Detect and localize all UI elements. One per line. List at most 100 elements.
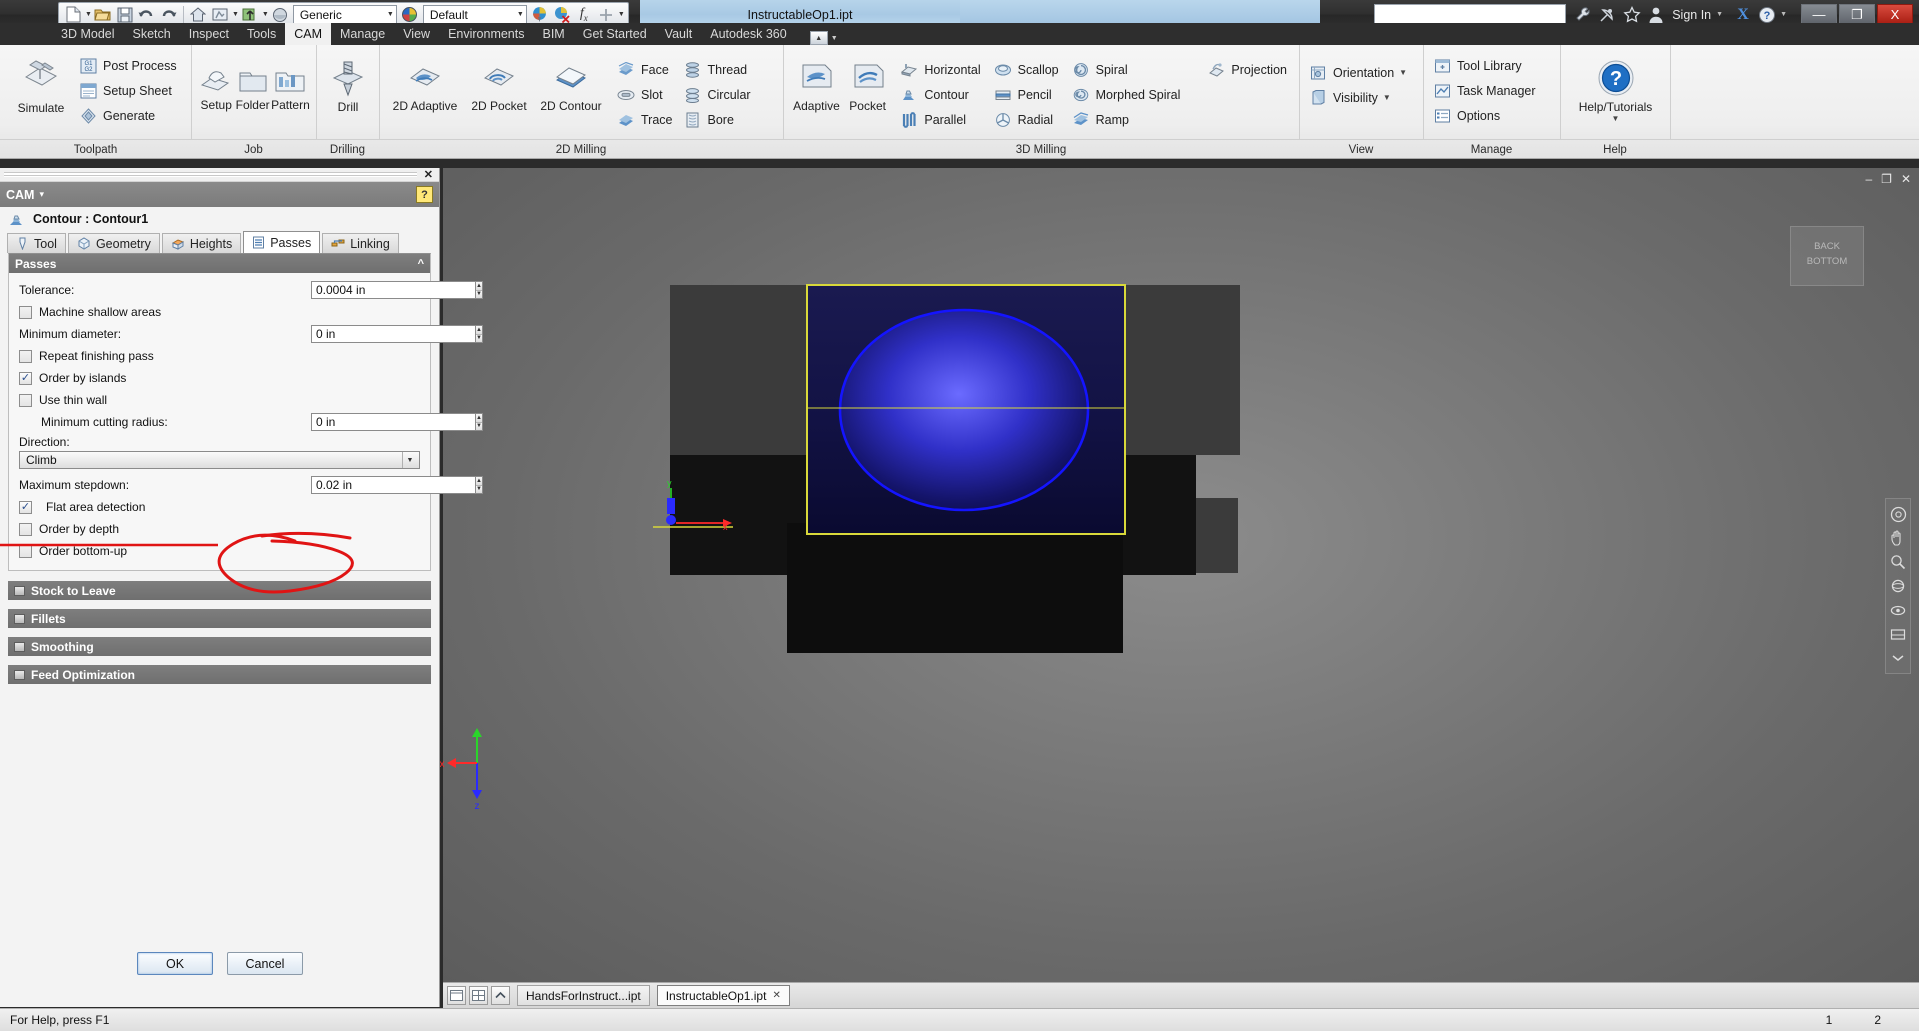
scallop-button[interactable]: Scallop bbox=[991, 57, 1065, 82]
stepper-down-icon[interactable]: ▼ bbox=[476, 290, 482, 298]
face-button[interactable]: Face bbox=[614, 57, 679, 82]
order-by-islands-checkbox[interactable]: ✓ bbox=[19, 371, 32, 385]
close-icon[interactable]: ✕ bbox=[424, 168, 433, 181]
collapse-icon[interactable] bbox=[491, 986, 510, 1005]
thread-button[interactable]: Thread bbox=[681, 57, 757, 82]
stepper-up-icon[interactable]: ▲ bbox=[476, 477, 482, 486]
tab-passes[interactable]: Passes bbox=[243, 231, 321, 253]
projection-button[interactable]: Projection bbox=[1204, 57, 1293, 82]
cancel-button[interactable]: Cancel bbox=[227, 952, 303, 975]
simulate-button[interactable]: Simulate bbox=[6, 50, 76, 115]
tab-view[interactable]: View bbox=[394, 23, 439, 45]
order-bottom-up-row[interactable]: ✓ Order bottom-up bbox=[9, 540, 430, 562]
tool-library-button[interactable]: Tool Library bbox=[1430, 53, 1542, 78]
pattern-button[interactable]: Pattern bbox=[271, 59, 310, 112]
direction-dropdown[interactable]: Climb ▼ bbox=[19, 451, 420, 469]
tab-tool[interactable]: Tool bbox=[7, 233, 66, 253]
parameters-fx-icon[interactable]: fx bbox=[573, 4, 595, 25]
post-process-button[interactable]: G1 G2 Post Process bbox=[76, 53, 183, 78]
select-icon[interactable] bbox=[239, 4, 261, 25]
parallel-button[interactable]: Parallel bbox=[897, 107, 986, 132]
minimize-button[interactable]: — bbox=[1801, 4, 1837, 25]
chevron-down-icon[interactable]: ▼ bbox=[1612, 114, 1620, 123]
material-dropdown[interactable]: Generic ▼ bbox=[292, 5, 397, 24]
slot-button[interactable]: Slot bbox=[614, 82, 679, 107]
tab-geometry[interactable]: Geometry bbox=[67, 233, 160, 253]
restore-button[interactable]: ❐ bbox=[1839, 4, 1875, 25]
stepper-arrows[interactable]: ▲ ▼ bbox=[475, 413, 483, 431]
tab-inspect[interactable]: Inspect bbox=[180, 23, 238, 45]
spiral-button[interactable]: Spiral bbox=[1069, 57, 1187, 82]
visibility-button[interactable]: Visibility ▼ bbox=[1306, 85, 1413, 110]
chevron-down-icon[interactable]: ▼ bbox=[517, 11, 524, 18]
tab-tools[interactable]: Tools bbox=[238, 23, 285, 45]
dialog-grip[interactable]: ✕ bbox=[0, 168, 439, 182]
repeat-finishing-pass-row[interactable]: ✓ Repeat finishing pass bbox=[9, 345, 430, 367]
minimum-cutting-radius-input[interactable] bbox=[311, 413, 475, 431]
plus-icon[interactable] bbox=[595, 4, 617, 25]
close-icon[interactable]: ✕ bbox=[772, 990, 780, 1001]
open-icon[interactable] bbox=[92, 4, 114, 25]
stepper-down-icon[interactable]: ▼ bbox=[476, 334, 482, 342]
order-by-depth-row[interactable]: ✓ Order by depth bbox=[9, 518, 430, 540]
save-icon[interactable] bbox=[114, 4, 136, 25]
morphed-spiral-button[interactable]: Morphed Spiral bbox=[1069, 82, 1187, 107]
3d-pocket-button[interactable]: Pocket bbox=[843, 54, 892, 113]
tab-get-started[interactable]: Get Started bbox=[574, 23, 656, 45]
stepper-down-icon[interactable]: ▼ bbox=[476, 422, 482, 430]
stepper-arrows[interactable]: ▲ ▼ bbox=[475, 281, 483, 299]
folder-button[interactable]: Folder bbox=[234, 59, 270, 112]
stepper-down-icon[interactable]: ▼ bbox=[476, 485, 482, 493]
horizontal-button[interactable]: Horizontal bbox=[897, 57, 986, 82]
chevron-down-icon[interactable]: ▼ bbox=[262, 11, 269, 18]
ribbon-collapse-icon[interactable]: ▲ bbox=[809, 31, 828, 45]
redo-icon[interactable] bbox=[158, 4, 180, 25]
tab-bim[interactable]: BIM bbox=[534, 23, 574, 45]
chevron-up-icon[interactable]: ^ bbox=[418, 258, 424, 270]
search-input[interactable] bbox=[1374, 4, 1567, 25]
orientation-button[interactable]: Orientation ▼ bbox=[1306, 60, 1413, 85]
pencil-button[interactable]: Pencil bbox=[991, 82, 1065, 107]
order-by-islands-row[interactable]: ✓ Order by islands bbox=[9, 367, 430, 389]
ramp-button[interactable]: Ramp bbox=[1069, 107, 1187, 132]
flat-area-detection-checkbox[interactable]: ✓ bbox=[19, 500, 32, 514]
tile-icon[interactable] bbox=[447, 986, 466, 1005]
stepper-up-icon[interactable]: ▲ bbox=[476, 282, 482, 291]
appearance-color-icon[interactable] bbox=[529, 4, 551, 25]
stepper-up-icon[interactable]: ▲ bbox=[476, 414, 482, 423]
tab-3d-model[interactable]: 3D Model bbox=[52, 23, 124, 45]
doc-tab-hands-for-instruct[interactable]: HandsForInstruct...ipt bbox=[517, 985, 650, 1006]
graphics-viewport[interactable]: – ❐ ✕ BACK BOTTOM y x z x bbox=[440, 168, 1919, 988]
stepper-arrows[interactable]: ▲ ▼ bbox=[475, 476, 483, 494]
chevron-down-icon[interactable]: ▼ bbox=[831, 35, 838, 42]
2d-adaptive-button[interactable]: 2D Adaptive bbox=[386, 54, 464, 113]
tab-sketch[interactable]: Sketch bbox=[124, 23, 180, 45]
tab-cam[interactable]: CAM bbox=[285, 23, 331, 45]
trace-button[interactable]: Trace bbox=[614, 107, 679, 132]
tab-manage[interactable]: Manage bbox=[331, 23, 394, 45]
section-fillets[interactable]: Fillets bbox=[8, 609, 431, 628]
bore-button[interactable]: Bore bbox=[681, 107, 757, 132]
chevron-down-icon[interactable]: ▼ bbox=[618, 11, 625, 18]
appearance-dropdown[interactable]: Default ▼ bbox=[422, 5, 527, 24]
minimum-diameter-input[interactable] bbox=[311, 325, 475, 343]
task-manager-button[interactable]: Task Manager bbox=[1430, 78, 1542, 103]
appearance-sphere-icon[interactable] bbox=[269, 4, 291, 25]
section-feed-optimization[interactable]: Feed Optimization bbox=[8, 665, 431, 684]
use-thin-wall-checkbox[interactable]: ✓ bbox=[19, 393, 32, 407]
circular-button[interactable]: Circular bbox=[681, 82, 757, 107]
use-thin-wall-row[interactable]: ✓ Use thin wall bbox=[9, 389, 430, 411]
contour-button[interactable]: Contour bbox=[897, 82, 986, 107]
setup-button[interactable]: Setup bbox=[198, 59, 234, 112]
tab-environments[interactable]: Environments bbox=[439, 23, 533, 45]
3d-adaptive-button[interactable]: Adaptive bbox=[790, 54, 843, 113]
order-by-depth-checkbox[interactable]: ✓ bbox=[19, 522, 32, 536]
radial-button[interactable]: Radial bbox=[991, 107, 1065, 132]
setup-sheet-button[interactable]: Setup Sheet bbox=[76, 78, 183, 103]
close-button[interactable]: X bbox=[1877, 4, 1913, 25]
machine-shallow-areas-checkbox[interactable]: ✓ bbox=[19, 305, 32, 319]
minimum-cutting-radius-stepper[interactable]: ▲▼ bbox=[311, 413, 483, 431]
tolerance-input[interactable] bbox=[311, 281, 475, 299]
return-home-icon[interactable] bbox=[187, 4, 209, 25]
maximum-stepdown-stepper[interactable]: ▲▼ bbox=[311, 476, 483, 494]
